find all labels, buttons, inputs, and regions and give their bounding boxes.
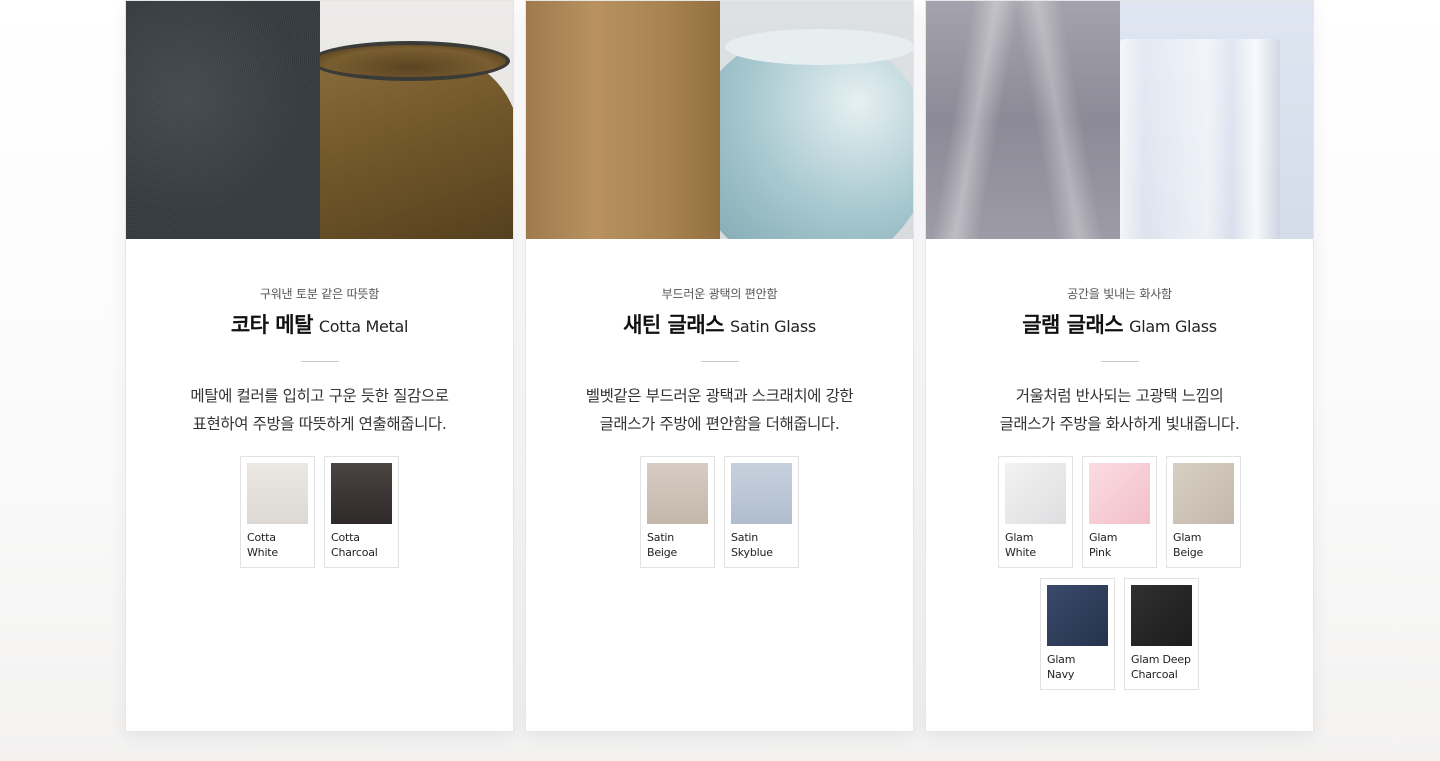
card-cotta-metal: 구워낸 토분 같은 따뜻함 코타 메탈 Cotta Metal 메탈에 컬러를 입… <box>125 0 514 732</box>
card-kicker: 구워낸 토분 같은 따뜻함 <box>259 287 380 301</box>
color-chip <box>731 463 792 524</box>
hero-image-glam-glass <box>926 1 1313 239</box>
swatch-glam-beige[interactable]: Glam Beige <box>1166 456 1241 568</box>
color-chip <box>1005 463 1066 524</box>
card-kicker: 부드러운 광택의 편안함 <box>661 287 778 301</box>
color-chip <box>331 463 392 524</box>
divider <box>1100 361 1139 362</box>
desc-line: 표현하여 주방을 따뜻하게 연출해줍니다. <box>192 415 447 433</box>
hero-image-cotta-metal <box>126 1 513 239</box>
card-title-en: Glam Glass <box>1129 317 1217 336</box>
card-title-en: Satin Glass <box>729 317 816 336</box>
texture-image <box>926 1 1120 239</box>
swatch-label: Satin Skyblue <box>731 531 773 559</box>
swatch-label: Glam Navy <box>1047 653 1076 681</box>
texture-image <box>526 1 720 239</box>
card-title: 새틴 글래스 Satin Glass <box>526 311 913 339</box>
swatch-cotta-white[interactable]: Cotta White <box>240 456 315 568</box>
card-title-ko: 코타 메탈 <box>230 313 314 337</box>
card-description: 벨벳같은 부드러운 광택과 스크래치에 강한 글래스가 주방에 편안함을 더해줍… <box>526 382 913 438</box>
color-chip <box>1131 585 1192 646</box>
color-chip <box>1047 585 1108 646</box>
card-title-en: Cotta Metal <box>318 317 409 336</box>
card-title: 글램 글래스 Glam Glass <box>926 311 1313 339</box>
desc-line: 글래스가 주방에 편안함을 더해줍니다. <box>599 415 840 433</box>
texture-image <box>126 1 320 239</box>
swatch-glam-white[interactable]: Glam White <box>998 456 1073 568</box>
hero-image-satin-glass <box>526 1 913 239</box>
color-chip <box>247 463 308 524</box>
swatch-label: Glam White <box>1005 531 1036 559</box>
divider <box>300 361 339 362</box>
card-satin-glass: 부드러운 광택의 편안함 새틴 글래스 Satin Glass 벨벳같은 부드러운… <box>525 0 914 732</box>
card-title-ko: 새틴 글래스 <box>623 313 724 337</box>
card-title: 코타 메탈 Cotta Metal <box>126 311 513 339</box>
card-description: 거울처럼 반사되는 고광택 느낌의 글래스가 주방을 화사하게 빛내줍니다. <box>926 382 1313 438</box>
swatch-satin-skyblue[interactable]: Satin Skyblue <box>724 456 799 568</box>
color-chip <box>647 463 708 524</box>
swatch-cotta-charcoal[interactable]: Cotta Charcoal <box>324 456 399 568</box>
desc-line: 벨벳같은 부드러운 광택과 스크래치에 강한 <box>585 387 854 405</box>
color-chip <box>1173 463 1234 524</box>
finish-cards: 구워낸 토분 같은 따뜻함 코타 메탈 Cotta Metal 메탈에 컬러를 입… <box>125 0 1314 732</box>
card-kicker: 공간을 빛내는 화사함 <box>1067 287 1172 301</box>
swatch-glam-navy[interactable]: Glam Navy <box>1040 578 1115 690</box>
vase-image <box>719 1 913 239</box>
cup-image <box>319 1 513 239</box>
swatch-label: Cotta White <box>247 531 278 559</box>
swatch-label: Cotta Charcoal <box>331 531 378 559</box>
swatch-satin-beige[interactable]: Satin Beige <box>640 456 715 568</box>
color-chip <box>1089 463 1150 524</box>
swatch-label: Glam Deep Charcoal <box>1131 653 1191 681</box>
card-glam-glass: 공간을 빛내는 화사함 글램 글래스 Glam Glass 거울처럼 반사되는 고… <box>925 0 1314 732</box>
swatch-list: Satin Beige Satin Skyblue <box>526 456 913 568</box>
swatch-glam-pink[interactable]: Glam Pink <box>1082 456 1157 568</box>
swatch-list: Cotta White Cotta Charcoal <box>126 456 513 568</box>
desc-line: 메탈에 컬러를 입히고 구운 듯한 질감으로 <box>190 387 449 405</box>
desc-line: 글래스가 주방을 화사하게 빛내줍니다. <box>999 415 1240 433</box>
swatch-list: Glam White Glam Pink Glam Beige Glam Nav… <box>990 456 1250 690</box>
swatch-label: Satin Beige <box>647 531 678 559</box>
swatch-label: Glam Pink <box>1089 531 1118 559</box>
swatch-label: Glam Beige <box>1173 531 1204 559</box>
desc-line: 거울처럼 반사되는 고광택 느낌의 <box>1015 387 1224 405</box>
glass-image <box>1119 1 1313 239</box>
card-description: 메탈에 컬러를 입히고 구운 듯한 질감으로 표현하여 주방을 따뜻하게 연출해… <box>126 382 513 438</box>
divider <box>700 361 739 362</box>
card-title-ko: 글램 글래스 <box>1022 313 1124 337</box>
swatch-glam-deep-charcoal[interactable]: Glam Deep Charcoal <box>1124 578 1199 690</box>
